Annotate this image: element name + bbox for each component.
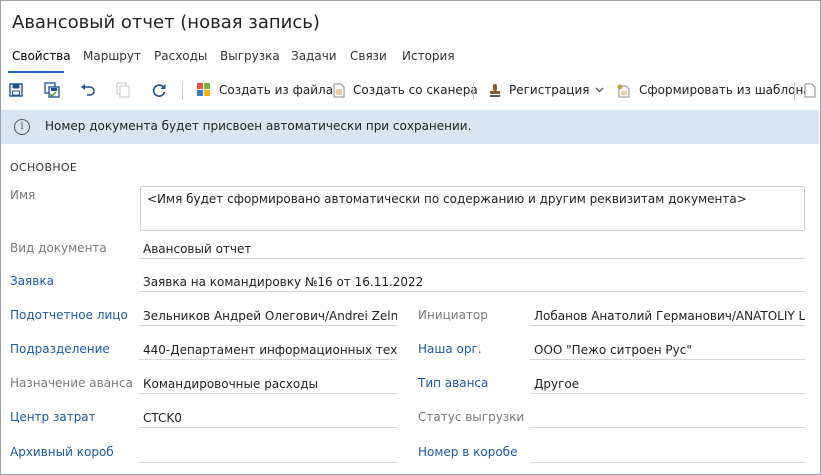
cost-center-link[interactable]: Центр затрат — [10, 410, 96, 424]
initiator-field[interactable]: Лобанов Анатолий Германович/ANATOLIY LOB — [530, 308, 805, 326]
advance-type-field[interactable]: Другое — [530, 376, 805, 394]
initiator-label: Инициатор — [418, 308, 488, 322]
advance-type-link[interactable]: Тип аванса — [418, 376, 488, 390]
refresh-icon[interactable] — [151, 78, 167, 102]
create-from-template-button[interactable]: Сформировать из шаблона — [616, 78, 811, 102]
department-link[interactable]: Подразделение — [10, 342, 110, 356]
advance-purpose-field[interactable]: Командировочные расходы — [139, 376, 397, 394]
section-title: ОСНОВНОЕ — [10, 161, 78, 174]
create-from-file-button[interactable]: Создать из файла — [197, 78, 333, 102]
tab-expenses[interactable]: Расходы — [154, 49, 207, 63]
undo-icon[interactable] — [80, 78, 96, 102]
box-number-field[interactable] — [530, 445, 805, 463]
request-link[interactable]: Заявка — [10, 274, 54, 288]
tab-tasks[interactable]: Задачи — [291, 49, 337, 63]
active-tab-indicator — [8, 71, 64, 73]
our-org-field[interactable]: ООО "Пежо ситроен Рус" — [530, 342, 805, 360]
registration-label: Регистрация — [509, 83, 590, 97]
registration-dropdown[interactable]: Регистрация — [489, 78, 604, 102]
document-icon[interactable] — [804, 78, 816, 102]
archive-box-field[interactable] — [139, 445, 397, 463]
toolbar-separator — [473, 82, 474, 100]
name-field[interactable]: <Имя будет сформировано автоматически по… — [140, 186, 805, 231]
accountable-person-field[interactable]: Зельников Андрей Олегович/Andrei Zelnikc — [139, 308, 397, 326]
archive-box-link[interactable]: Архивный короб — [10, 445, 114, 459]
accountable-person-link[interactable]: Подотчетное лицо — [10, 308, 128, 322]
save-close-icon[interactable] — [44, 78, 60, 102]
tab-links[interactable]: Связи — [350, 49, 387, 63]
doc-type-field[interactable]: Авансовый отчет — [139, 241, 805, 259]
tab-export[interactable]: Выгрузка — [220, 49, 280, 63]
info-icon: i — [14, 119, 30, 135]
info-message: Номер документа будет присвоен автоматич… — [45, 119, 472, 133]
create-from-scanner-label: Создать со сканера — [353, 83, 478, 97]
tab-route[interactable]: Маршрут — [83, 49, 141, 63]
template-icon — [616, 83, 631, 98]
copy-icon[interactable] — [116, 78, 130, 102]
info-bar: i Номер документа будет присвоен автомат… — [1, 110, 819, 144]
department-field[interactable]: 440-Департамент информационных техно — [139, 342, 397, 360]
doc-type-label: Вид документа — [10, 241, 107, 255]
export-status-field — [530, 410, 805, 428]
toolbar-separator — [182, 82, 183, 100]
our-org-link[interactable]: Наша орг. — [418, 342, 482, 356]
stamp-icon — [489, 83, 501, 98]
create-from-file-label: Создать из файла — [219, 83, 334, 97]
create-from-scanner-button[interactable]: Создать со сканера — [333, 78, 478, 102]
cost-center-field[interactable]: CTCK0 — [139, 410, 397, 428]
chevron-down-icon — [595, 87, 604, 93]
page-title: Авансовый отчет (новая запись) — [12, 12, 320, 33]
box-number-link[interactable]: Номер в коробе — [418, 445, 517, 459]
window-frame — [0, 0, 821, 475]
tab-properties[interactable]: Свойства — [12, 49, 71, 63]
toolbar: Создать из файла Создать со сканера Реги… — [0, 78, 821, 104]
create-from-template-label: Сформировать из шаблона — [639, 83, 811, 97]
export-status-label: Статус выгрузки — [418, 410, 525, 424]
scanner-document-icon — [333, 83, 345, 98]
tab-history[interactable]: История — [402, 49, 455, 63]
toolbar-separator — [794, 82, 795, 100]
request-field[interactable]: Заявка на командировку №16 от 16.11.2022 — [139, 274, 805, 292]
name-label: Имя — [10, 188, 36, 202]
office-icon — [197, 83, 211, 97]
advance-purpose-label: Назначение аванса — [10, 376, 133, 390]
save-icon[interactable] — [9, 78, 23, 102]
